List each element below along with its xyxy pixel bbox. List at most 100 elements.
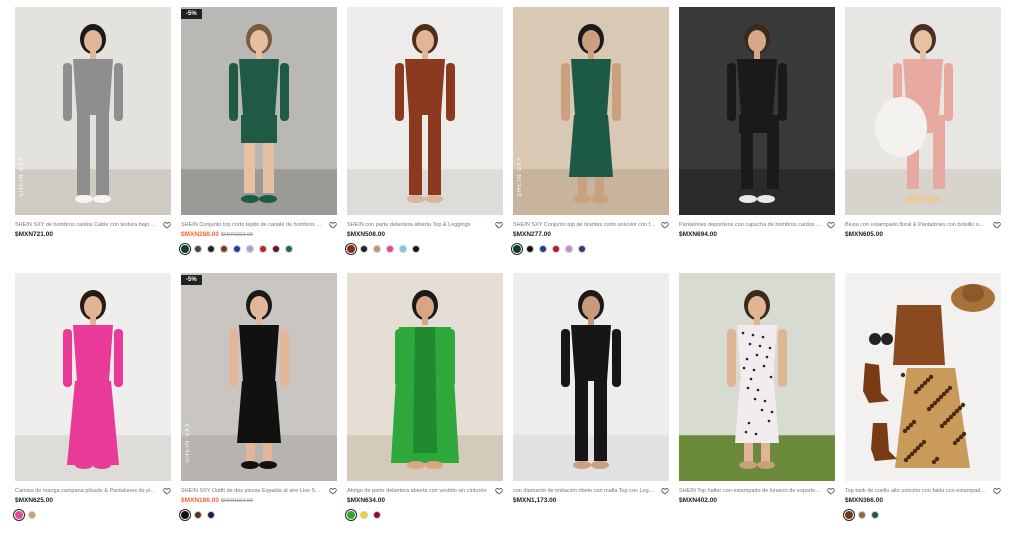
color-swatches xyxy=(181,244,337,253)
product-image[interactable] xyxy=(513,273,669,481)
product-card[interactable]: -5% SHEIN Conjunto top corto tejido de c… xyxy=(181,7,337,273)
product-title[interactable]: SHEIN Conjunto top corto tejido de canal… xyxy=(181,222,329,228)
product-title[interactable]: Blusa con estampado floral & Pantalones … xyxy=(845,222,993,228)
color-swatch[interactable] xyxy=(360,510,368,519)
product-price: $MXN508.00 xyxy=(347,231,385,238)
color-swatch[interactable] xyxy=(347,244,355,253)
product-title[interactable]: Abrigo de parte delantera abierta con ve… xyxy=(347,488,495,494)
color-swatch[interactable] xyxy=(565,244,573,253)
color-swatch[interactable] xyxy=(513,244,521,253)
product-price: $MXN1,173.00 xyxy=(513,497,557,504)
product-card[interactable]: Camisa de manga campana plisado & Pantal… xyxy=(15,273,171,539)
heart-outline-icon[interactable] xyxy=(827,221,835,229)
product-title[interactable]: SHEIN SXY Conjunto top de tirantes corto… xyxy=(513,222,661,228)
product-image[interactable] xyxy=(679,273,835,481)
color-swatch[interactable] xyxy=(272,244,280,253)
heart-outline-icon[interactable] xyxy=(661,221,669,229)
product-image[interactable]: -5% SHEIN SXY xyxy=(181,273,337,481)
product-title[interactable]: SHEIN con parte delantera abierta Top & … xyxy=(347,222,495,228)
color-swatch[interactable] xyxy=(15,510,23,519)
product-card[interactable]: Pantalones deportivos con capucha de hom… xyxy=(679,7,835,273)
discount-badge: -5% xyxy=(181,9,202,19)
product-title[interactable]: Camisa de manga campana plisado & Pantal… xyxy=(15,488,163,494)
color-swatch[interactable] xyxy=(386,244,394,253)
product-card[interactable]: SHEIN con parte delantera abierta Top & … xyxy=(347,7,503,273)
product-price: $MXN288.00 xyxy=(181,231,219,238)
product-image[interactable]: SHEIN SXY xyxy=(15,7,171,215)
color-swatch[interactable] xyxy=(347,510,355,519)
product-price: $MXN366.00 xyxy=(845,497,883,504)
color-swatch[interactable] xyxy=(194,510,202,519)
heart-outline-icon[interactable] xyxy=(993,221,1001,229)
heart-outline-icon[interactable] xyxy=(163,221,171,229)
color-swatch[interactable] xyxy=(220,244,228,253)
product-card[interactable]: Abrigo de parte delantera abierta con ve… xyxy=(347,273,503,539)
color-swatch[interactable] xyxy=(539,244,547,253)
brand-watermark: SHEIN SXY xyxy=(185,421,191,463)
color-swatch[interactable] xyxy=(858,510,866,519)
product-title[interactable]: SHEIN SXY Outfit de dos piezas Espalda a… xyxy=(181,488,329,494)
color-swatch[interactable] xyxy=(552,244,560,253)
heart-outline-icon[interactable] xyxy=(329,487,337,495)
color-swatch[interactable] xyxy=(871,510,879,519)
color-swatches xyxy=(15,244,171,253)
product-card[interactable]: Top tank de cuello alto unicolor con fal… xyxy=(845,273,1001,539)
color-swatch[interactable] xyxy=(360,244,368,253)
product-title[interactable]: Top tank de cuello alto unicolor con fal… xyxy=(845,488,993,494)
product-title[interactable]: con diamante de imitación ribete con mal… xyxy=(513,488,661,494)
product-card[interactable]: -5% SHEIN SXY SHEIN SXY Outfit de dos pie… xyxy=(181,273,337,539)
heart-outline-icon[interactable] xyxy=(827,487,835,495)
product-image[interactable] xyxy=(347,7,503,215)
color-swatch[interactable] xyxy=(181,244,189,253)
product-card[interactable]: SHEIN SXY SHEIN SXY de hombros caídos Ca… xyxy=(15,7,171,273)
product-title[interactable]: SHEIN Top halter con estampado de lunare… xyxy=(679,488,827,494)
original-price: $MXN303.00 xyxy=(220,232,254,238)
color-swatch[interactable] xyxy=(259,244,267,253)
color-swatch[interactable] xyxy=(246,244,254,253)
color-swatch[interactable] xyxy=(373,510,381,519)
product-title[interactable]: Pantalones deportivos con capucha de hom… xyxy=(679,222,827,228)
heart-outline-icon[interactable] xyxy=(661,487,669,495)
color-swatch[interactable] xyxy=(399,244,407,253)
color-swatches xyxy=(679,510,835,519)
color-swatch[interactable] xyxy=(412,244,420,253)
product-price: $MXN186.00 xyxy=(181,497,219,504)
color-swatches xyxy=(513,244,669,253)
heart-outline-icon[interactable] xyxy=(163,487,171,495)
product-image[interactable] xyxy=(15,273,171,481)
heart-outline-icon[interactable] xyxy=(329,221,337,229)
color-swatch[interactable] xyxy=(207,510,215,519)
color-swatch[interactable] xyxy=(233,244,241,253)
product-image[interactable] xyxy=(679,7,835,215)
color-swatch[interactable] xyxy=(181,510,189,519)
color-swatch[interactable] xyxy=(194,244,202,253)
color-swatch[interactable] xyxy=(28,510,36,519)
product-card[interactable]: Blusa con estampado floral & Pantalones … xyxy=(845,7,1001,273)
product-image[interactable]: SHEIN SXY xyxy=(513,7,669,215)
color-swatch[interactable] xyxy=(207,244,215,253)
product-grid: SHEIN SXY SHEIN SXY de hombros caídos Ca… xyxy=(15,7,1001,539)
product-image[interactable] xyxy=(845,7,1001,215)
heart-outline-icon[interactable] xyxy=(993,487,1001,495)
product-title[interactable]: SHEIN SXY de hombros caídos Cable con te… xyxy=(15,222,163,228)
brand-watermark: SHEIN SXY xyxy=(19,155,25,197)
product-price: $MXN721.00 xyxy=(15,231,53,238)
color-swatch[interactable] xyxy=(526,244,534,253)
product-price: $MXN402.00 xyxy=(679,497,717,504)
color-swatch[interactable] xyxy=(578,244,586,253)
heart-outline-icon[interactable] xyxy=(495,221,503,229)
product-card[interactable]: SHEIN Top halter con estampado de lunare… xyxy=(679,273,835,539)
color-swatch[interactable] xyxy=(285,244,293,253)
product-price: $MXN694.00 xyxy=(679,231,717,238)
product-card[interactable]: SHEIN SXY SHEIN SXY Conjunto top de tira… xyxy=(513,7,669,273)
color-swatch[interactable] xyxy=(373,244,381,253)
product-image[interactable] xyxy=(347,273,503,481)
product-image[interactable]: -5% xyxy=(181,7,337,215)
heart-outline-icon[interactable] xyxy=(495,487,503,495)
product-card[interactable]: con diamante de imitación ribete con mal… xyxy=(513,273,669,539)
product-price: $MXN634.00 xyxy=(347,497,385,504)
product-image[interactable] xyxy=(845,273,1001,481)
product-price: $MXN277.00 xyxy=(513,231,551,238)
product-price: $MXN625.00 xyxy=(15,497,53,504)
color-swatch[interactable] xyxy=(845,510,853,519)
